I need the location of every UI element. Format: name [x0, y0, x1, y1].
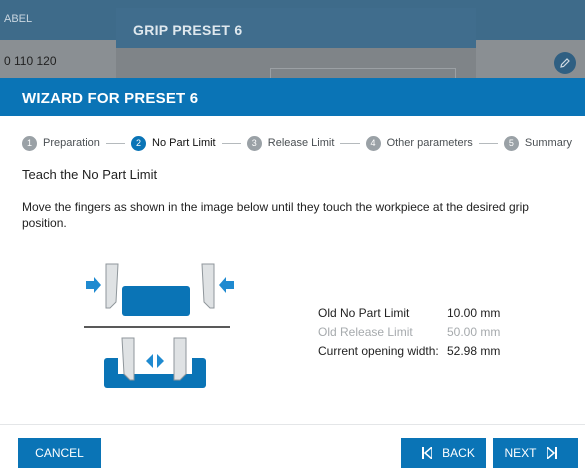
param-value: 50.00 mm	[447, 324, 501, 339]
arrow-left-icon	[219, 277, 234, 293]
footer-divider	[0, 424, 585, 425]
step-summary: 5 Summary	[503, 135, 572, 151]
workpiece-top	[122, 286, 190, 316]
finger-right-bottom	[173, 337, 187, 381]
finger-left-bottom	[121, 337, 135, 381]
param-current-opening-width: Current opening width: 52.98 mm	[318, 341, 538, 360]
section-title: Teach the No Part Limit	[22, 167, 158, 182]
param-old-release-limit: Old Release Limit 50.00 mm	[318, 322, 538, 341]
edit-button[interactable]	[554, 52, 576, 74]
wizard-title: WIZARD FOR PRESET 6	[22, 90, 199, 107]
param-old-no-part-limit: Old No Part Limit 10.00 mm	[318, 303, 538, 322]
param-value: 10.00 mm	[447, 305, 501, 320]
step-release-limit: 3 Release Limit	[246, 135, 335, 151]
step-label: No Part Limit	[152, 137, 216, 149]
finger-left-top	[105, 263, 119, 309]
next-button[interactable]: NEXT	[493, 438, 578, 468]
next-button-label: NEXT	[504, 446, 537, 460]
step-number: 2	[131, 135, 147, 151]
step-number: 1	[22, 135, 37, 151]
param-label: Old No Part Limit	[318, 305, 410, 320]
param-label: Current opening width:	[318, 343, 439, 358]
pencil-icon	[560, 58, 570, 68]
finger-right-top	[201, 263, 215, 309]
skip-forward-icon	[546, 447, 557, 459]
cancel-button-label: CANCEL	[35, 446, 84, 460]
step-connector	[478, 142, 498, 144]
step-number: 5	[503, 135, 519, 151]
back-button[interactable]: BACK	[401, 438, 486, 468]
background-column-label: ABEL	[4, 13, 33, 25]
step-preparation: 1 Preparation	[22, 135, 100, 151]
step-label: Preparation	[43, 137, 100, 149]
step-other-parameters: 4 Other parameters	[365, 135, 473, 151]
cancel-button[interactable]: CANCEL	[18, 438, 101, 468]
param-label: Old Release Limit	[318, 324, 413, 339]
background-row-value: 0 110 120	[4, 54, 57, 68]
step-label: Other parameters	[386, 137, 473, 149]
background-dialog-title: GRIP PRESET 6	[133, 22, 243, 38]
wizard-stepper: 1 Preparation 2 No Part Limit 3 Release …	[22, 133, 572, 153]
gripper-illustration	[84, 263, 234, 388]
skip-back-icon	[422, 447, 433, 459]
limit-parameters: Old No Part Limit 10.00 mm Old Release L…	[318, 303, 538, 360]
step-connector	[105, 142, 126, 144]
back-button-label: BACK	[442, 446, 475, 460]
step-connector	[340, 142, 360, 144]
step-connector	[221, 142, 241, 144]
step-label: Release Limit	[267, 137, 335, 149]
step-no-part-limit: 2 No Part Limit	[131, 135, 216, 151]
step-label: Summary	[524, 137, 572, 149]
step-number: 4	[365, 135, 381, 151]
arrow-right-icon	[86, 277, 101, 293]
instructions-text: Move the fingers as shown in the image b…	[22, 200, 529, 230]
step-number: 3	[246, 135, 262, 151]
param-value: 52.98 mm	[447, 343, 501, 358]
